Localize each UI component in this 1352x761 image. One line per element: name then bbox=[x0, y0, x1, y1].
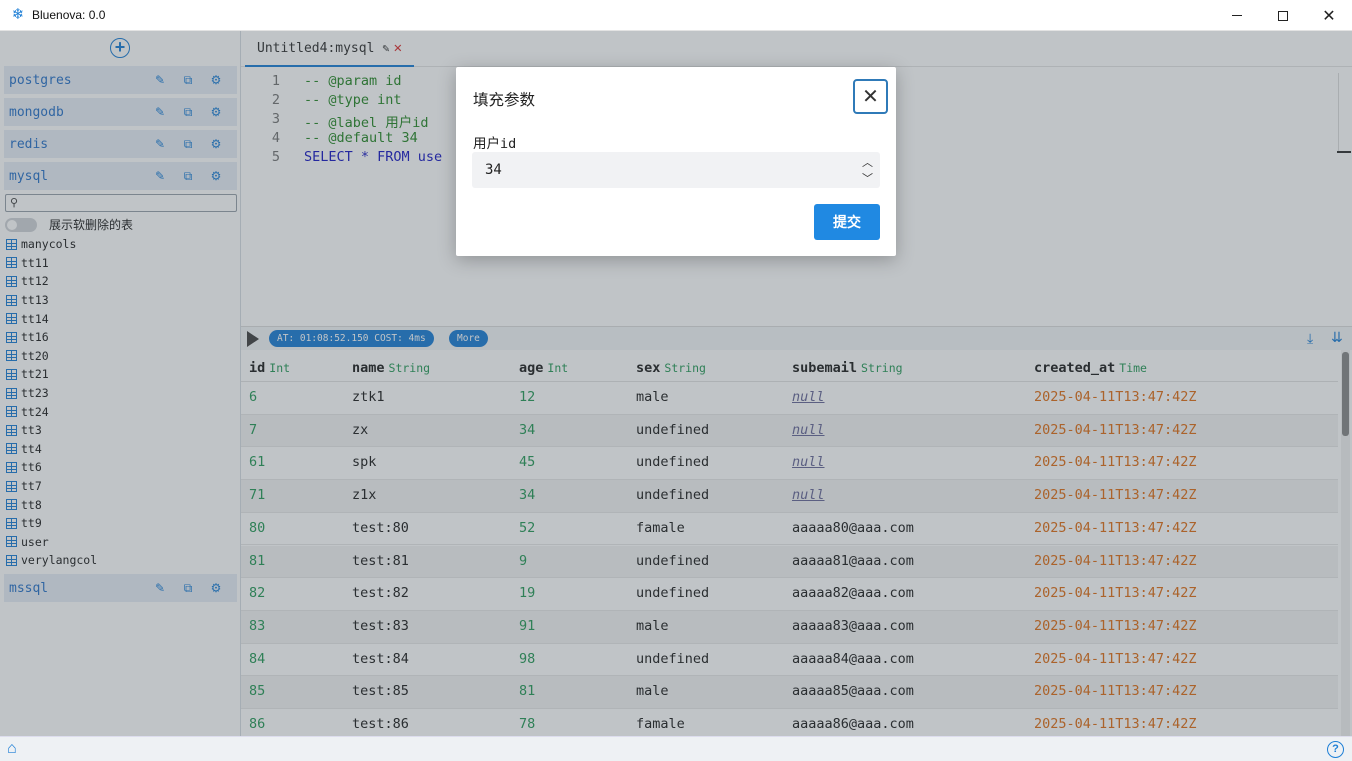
dialog-title: 填充参数 bbox=[473, 92, 536, 109]
help-icon[interactable]: ? bbox=[1327, 741, 1344, 758]
fill-params-dialog: 填充参数 ✕ 用户id 34 ︿ ﹀ 提交 bbox=[456, 67, 896, 256]
param-value: 34 bbox=[485, 162, 502, 178]
title-bar: ❄ Bluenova: 0.0 ✕ bbox=[0, 0, 1352, 31]
submit-button[interactable]: 提交 bbox=[814, 204, 880, 240]
status-bar: ⌂ ? bbox=[0, 736, 1352, 761]
param-label-cn: 用户 bbox=[473, 136, 500, 151]
increment-icon[interactable]: ︿ bbox=[862, 154, 873, 170]
close-window-button[interactable]: ✕ bbox=[1306, 0, 1352, 31]
param-label: 用户id bbox=[473, 132, 516, 152]
minimize-button[interactable] bbox=[1214, 0, 1260, 31]
param-label-id: id bbox=[500, 136, 517, 152]
dialog-close-button[interactable]: ✕ bbox=[853, 79, 888, 114]
param-number-input[interactable]: 34 ︿ ﹀ bbox=[472, 152, 880, 188]
decrement-icon[interactable]: ﹀ bbox=[862, 170, 873, 186]
close-icon: ✕ bbox=[862, 86, 879, 108]
minimize-icon bbox=[1232, 14, 1242, 17]
app-logo-icon: ❄ bbox=[11, 6, 25, 23]
home-icon[interactable]: ⌂ bbox=[7, 740, 17, 758]
window-title: Bluenova: 0.0 bbox=[32, 8, 106, 22]
maximize-button[interactable] bbox=[1260, 0, 1306, 31]
maximize-icon bbox=[1278, 10, 1288, 21]
